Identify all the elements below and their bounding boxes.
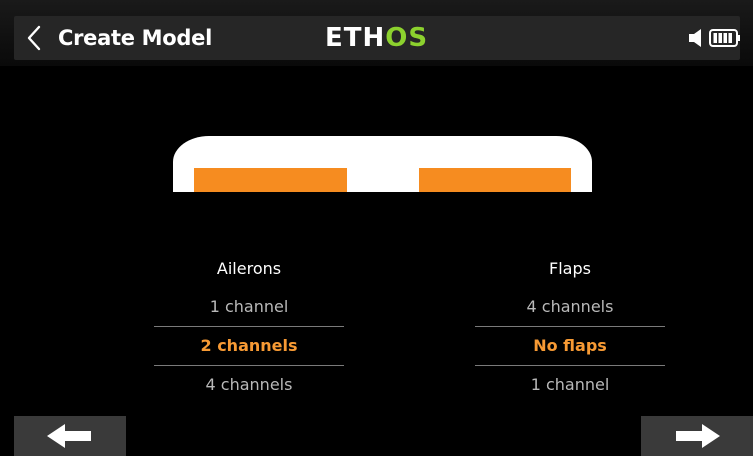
flaps-column: Flaps 4 channels No flaps 1 channel [475, 250, 665, 404]
flaps-option[interactable]: 4 channels [475, 288, 665, 326]
flaps-option[interactable]: 1 channel [475, 366, 665, 404]
previous-button[interactable] [14, 416, 126, 456]
ethos-logo: ETHOS [325, 22, 428, 54]
right-control-surface [419, 168, 571, 192]
flaps-option-selected[interactable]: No flaps [475, 327, 665, 365]
flaps-label: Flaps [549, 259, 591, 278]
left-control-surface [194, 168, 347, 192]
header: Create Model ETHOS [0, 0, 753, 66]
logo-part-os: OS [385, 23, 429, 53]
next-button[interactable] [641, 416, 753, 456]
wing-icon [173, 136, 592, 192]
battery-icon [709, 29, 740, 47]
back-button[interactable] [20, 22, 48, 54]
ailerons-option[interactable]: 4 channels [154, 366, 344, 404]
ailerons-option-selected[interactable]: 2 channels [154, 327, 344, 365]
ailerons-column: Ailerons 1 channel 2 channels 4 channels [154, 250, 344, 404]
ailerons-option[interactable]: 1 channel [154, 288, 344, 326]
page-title: Create Model [58, 26, 212, 50]
status-icons [687, 24, 741, 52]
chevron-left-icon [27, 25, 41, 51]
arrow-left-icon [47, 424, 91, 448]
speaker-icon [689, 29, 701, 47]
create-model-screen: Create Model ETHOS Ailerons 1 channel 2 [0, 0, 753, 456]
logo-part-eth: ETH [325, 23, 386, 53]
arrow-right-icon [676, 424, 720, 448]
ailerons-label: Ailerons [216, 259, 282, 278]
